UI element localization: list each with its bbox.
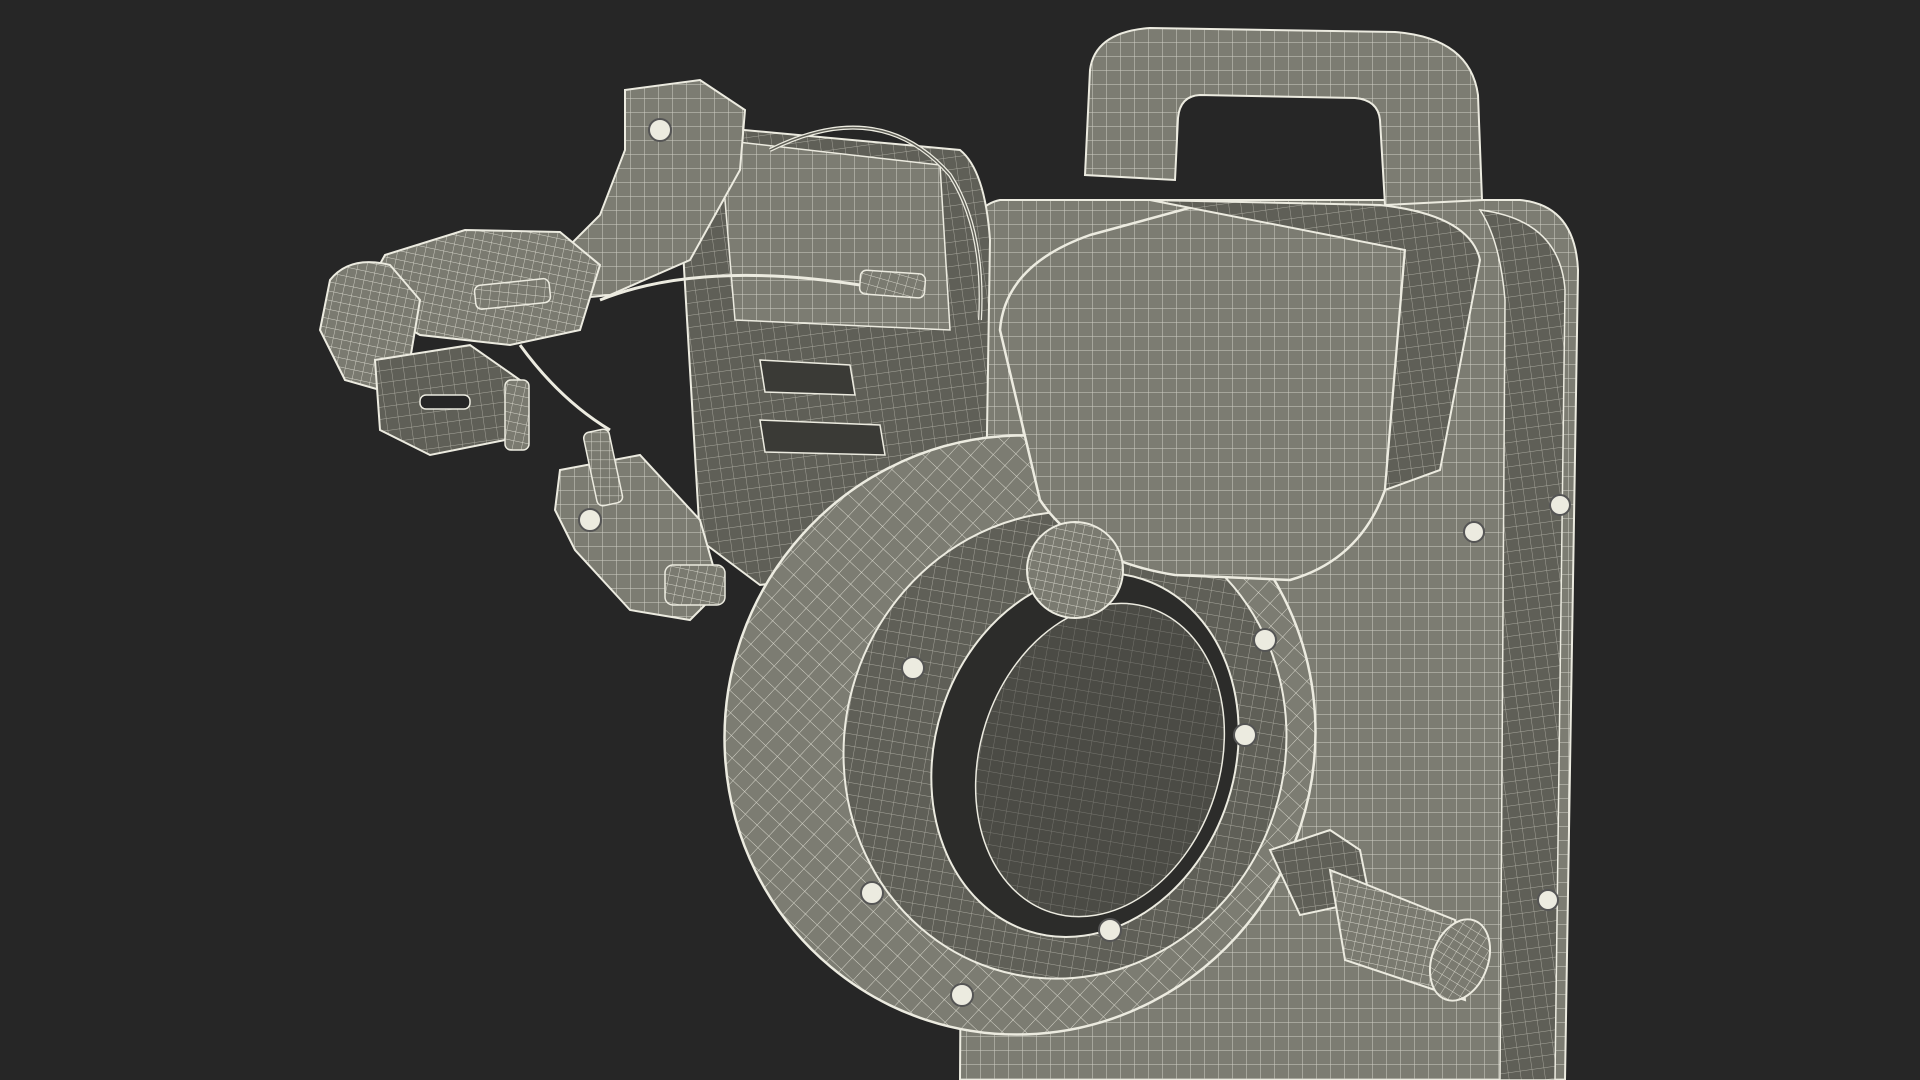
wireframe-model xyxy=(318,26,1580,1080)
render-viewport xyxy=(0,0,1920,1080)
gripper-slot xyxy=(419,394,471,410)
joint-bolt xyxy=(578,508,602,532)
carry-handle xyxy=(1083,26,1484,207)
joint-bolt xyxy=(648,118,672,142)
panel-bolt xyxy=(1549,494,1571,516)
panel-bolt xyxy=(1463,521,1485,543)
gear-icon xyxy=(1026,521,1124,619)
panel-bolt xyxy=(1537,889,1559,911)
